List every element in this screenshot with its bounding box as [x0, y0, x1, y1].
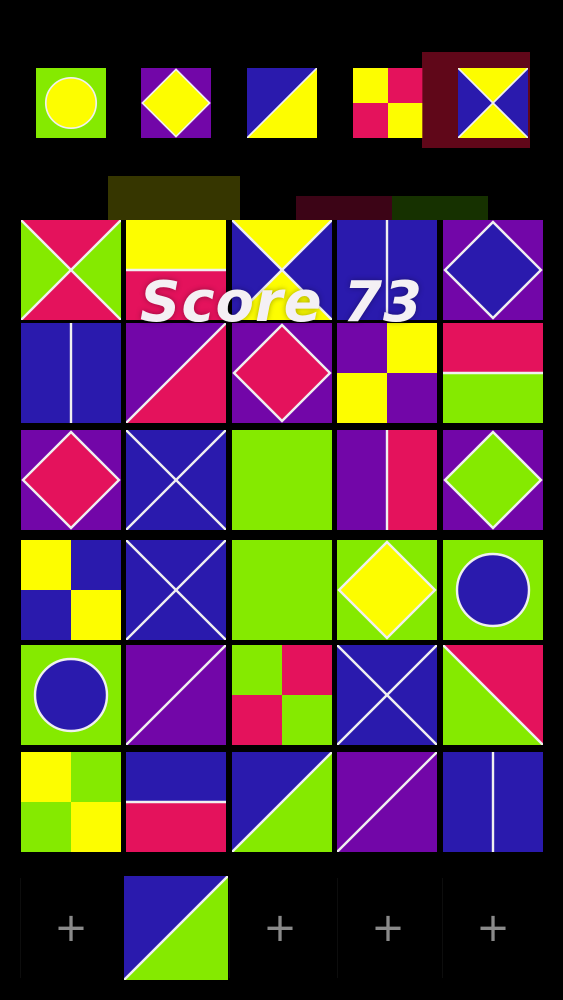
- empty-tray-slot[interactable]: +: [20, 878, 121, 978]
- board-tile[interactable]: [21, 752, 121, 852]
- board-tile[interactable]: [443, 645, 543, 745]
- board-tile[interactable]: [126, 323, 226, 423]
- empty-tray-slot[interactable]: +: [442, 878, 543, 978]
- empty-tray-slot[interactable]: +: [337, 878, 438, 978]
- plus-icon: +: [476, 905, 510, 951]
- board-tile[interactable]: [337, 540, 437, 640]
- game-board: [0, 0, 563, 1000]
- board-tile[interactable]: [21, 430, 121, 530]
- plus-icon: +: [263, 905, 297, 951]
- board-tile[interactable]: [126, 430, 226, 530]
- board-tile[interactable]: [232, 323, 332, 423]
- plus-icon: +: [54, 905, 88, 951]
- plus-icon: +: [371, 905, 405, 951]
- board-tile[interactable]: [126, 220, 226, 320]
- board-tile[interactable]: [232, 752, 332, 852]
- board-tile[interactable]: [337, 220, 437, 320]
- board-tile[interactable]: [443, 752, 543, 852]
- board-tile[interactable]: [337, 323, 437, 423]
- board-tile[interactable]: [443, 430, 543, 530]
- board-tile[interactable]: [21, 220, 121, 320]
- board-tile[interactable]: [337, 645, 437, 745]
- board-tile[interactable]: [232, 220, 332, 320]
- board-tile[interactable]: [232, 430, 332, 530]
- board-tile[interactable]: [126, 645, 226, 745]
- board-tile[interactable]: [337, 430, 437, 530]
- board-tile[interactable]: [443, 323, 543, 423]
- board-tile[interactable]: [232, 540, 332, 640]
- empty-tray-slot[interactable]: +: [229, 878, 330, 978]
- board-tile[interactable]: [21, 645, 121, 745]
- board-tile[interactable]: [337, 752, 437, 852]
- board-tile[interactable]: [443, 220, 543, 320]
- board-tile[interactable]: [126, 752, 226, 852]
- board-tile[interactable]: [21, 323, 121, 423]
- board-tile[interactable]: [232, 645, 332, 745]
- board-tile[interactable]: [21, 540, 121, 640]
- board-tile[interactable]: [126, 540, 226, 640]
- board-tile[interactable]: [443, 540, 543, 640]
- tray-tile[interactable]: [123, 875, 229, 981]
